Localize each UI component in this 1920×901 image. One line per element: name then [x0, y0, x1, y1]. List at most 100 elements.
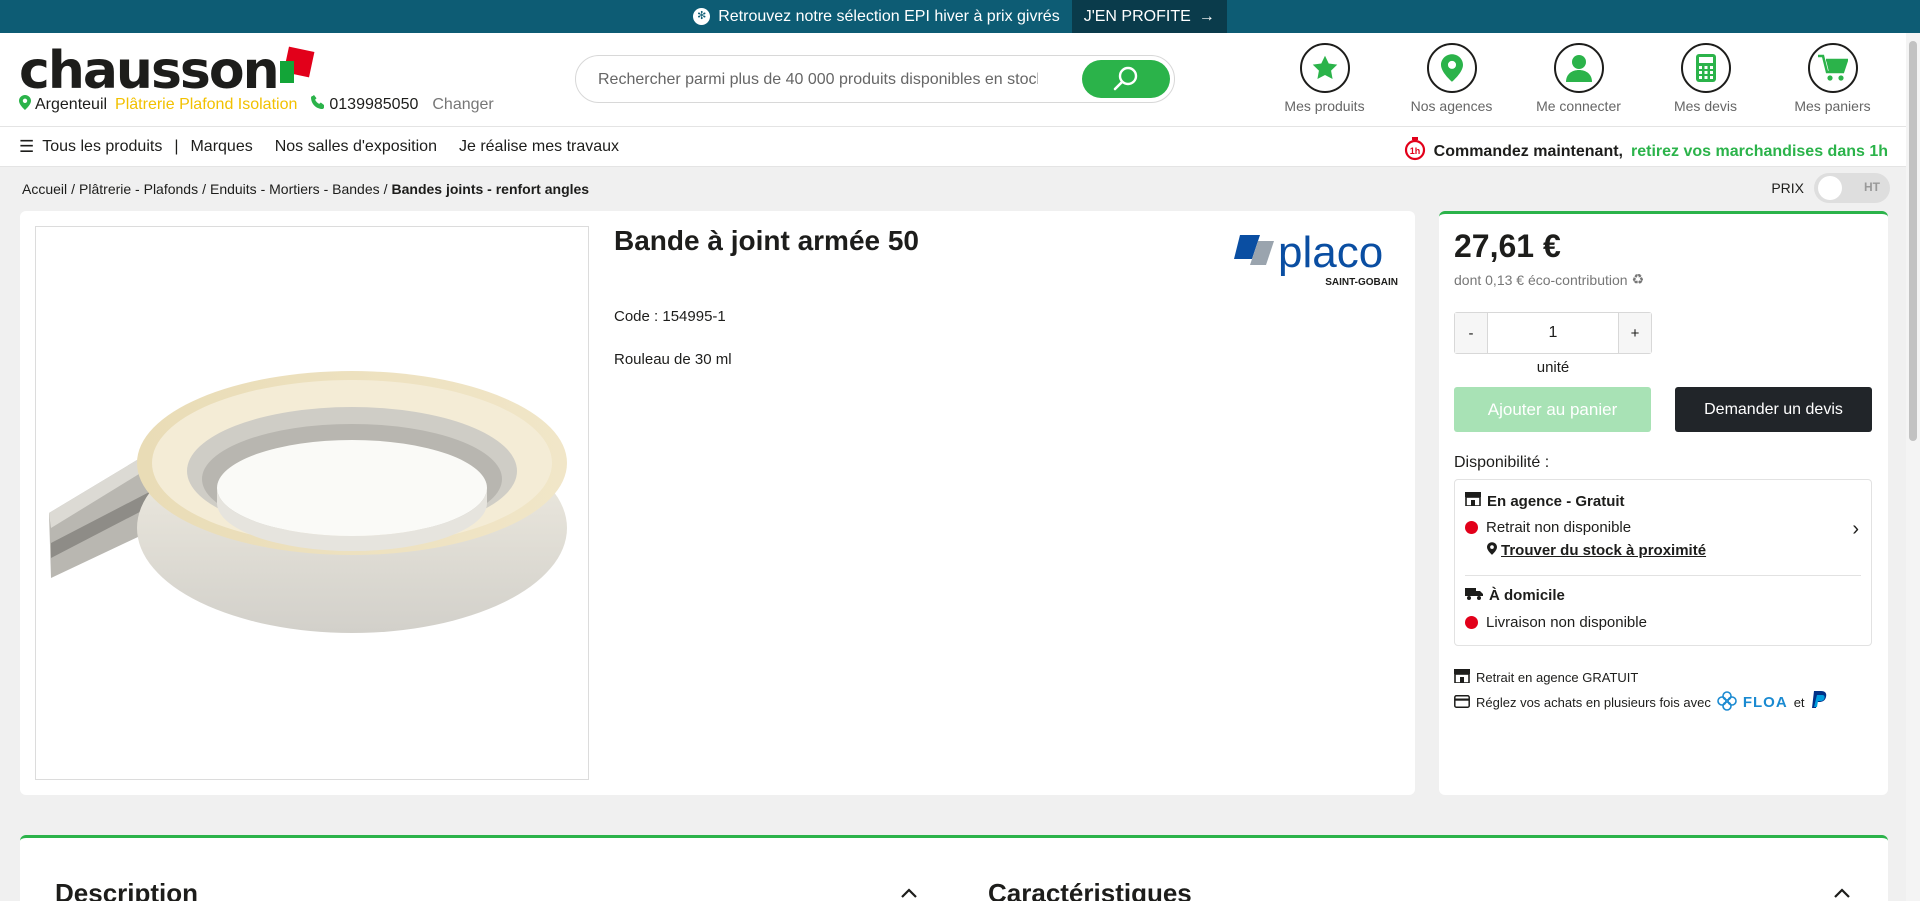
quantity-increase-button[interactable]: +	[1619, 313, 1651, 353]
quantity-stepper: - 1 +	[1454, 312, 1652, 354]
snowflake-icon: ✻	[693, 8, 711, 25]
divider	[1465, 575, 1861, 576]
chevron-up-icon[interactable]	[900, 882, 918, 901]
in-store-title-text: En agence - Gratuit	[1487, 492, 1625, 510]
breadcrumb-separator: /	[383, 181, 388, 197]
menu-icon[interactable]: ☰	[19, 137, 34, 157]
breadcrumb-separator: /	[202, 181, 206, 197]
brand-name: placo	[1278, 231, 1383, 277]
and-text: et	[1793, 695, 1805, 710]
status-unavailable-icon	[1465, 616, 1478, 629]
in-store-title: En agence - Gratuit	[1465, 492, 1625, 510]
product-short-description: Rouleau de 30 ml	[614, 351, 732, 368]
location-pin-icon	[1426, 43, 1477, 93]
availability-label: Disponibilité :	[1454, 454, 1550, 471]
change-agency-link[interactable]: Changer	[432, 96, 493, 114]
agency-phone[interactable]: 0139985050	[329, 96, 418, 114]
request-quote-button[interactable]: Demander un devis	[1675, 387, 1872, 432]
chevron-right-icon[interactable]: ›	[1852, 518, 1859, 541]
paypal-icon	[1811, 691, 1827, 714]
breadcrumb-item[interactable]: Enduits - Mortiers - Bandes	[210, 181, 380, 197]
page-scrollbar[interactable]	[1906, 33, 1920, 901]
description-heading[interactable]: Description	[55, 878, 198, 901]
pickup-info-text: Retrait en agence GRATUIT	[1476, 670, 1639, 685]
product-title: Bande à joint armée 50	[614, 225, 920, 256]
login-button[interactable]: Me connecter	[1515, 43, 1642, 114]
timer-icon: 1h	[1404, 137, 1426, 166]
my-quotes-button[interactable]: Mes devis	[1642, 43, 1769, 114]
find-stock-text: Trouver du stock à proximité	[1501, 542, 1707, 559]
home-delivery-title: À domicile	[1465, 587, 1565, 604]
promo-cta-label: J'EN PROFITE	[1083, 8, 1191, 25]
search-bar	[575, 55, 1175, 103]
purchase-panel: 27,61 € dont 0,13 € éco-contribution ♻ -…	[1439, 211, 1888, 795]
promo-text: ✻ Retrouvez notre sélection EPI hiver à …	[693, 7, 1060, 26]
chevron-up-icon[interactable]	[1833, 882, 1851, 901]
promo-cta-button[interactable]: J'EN PROFITE →	[1071, 0, 1227, 33]
agency-specialty: Plâtrerie Plafond Isolation	[115, 95, 298, 113]
agency-city[interactable]: Argenteuil	[35, 96, 107, 114]
breadcrumb-separator: /	[71, 181, 76, 197]
price-toggle-switch[interactable]: HT	[1814, 173, 1890, 203]
main-nav: ☰ Tous les produits | Marques Nos salles…	[0, 126, 1920, 167]
header: chausson Argenteuil Plâtrerie Plafond Is…	[0, 33, 1920, 126]
product-card: Bande à joint armée 50 placo SAINT-GOBAI…	[20, 211, 1415, 795]
my-carts-label: Mes paniers	[1794, 98, 1871, 114]
nav-projects[interactable]: Je réalise mes travaux	[459, 138, 619, 156]
nav-all-products[interactable]: Tous les produits	[42, 138, 162, 156]
my-products-button[interactable]: Mes produits	[1261, 43, 1388, 114]
home-delivery-status: Livraison non disponible	[1465, 614, 1647, 631]
location-pin-icon	[1487, 542, 1497, 559]
our-agencies-button[interactable]: Nos agences	[1388, 43, 1515, 114]
characteristics-heading[interactable]: Caractéristiques	[988, 878, 1192, 901]
agency-info: Argenteuil Plâtrerie Plafond Isolation 0…	[19, 95, 494, 114]
search-button[interactable]	[1082, 60, 1170, 98]
credit-card-icon	[1454, 694, 1470, 711]
installments-text: Réglez vos achats en plusieurs fois avec	[1476, 695, 1711, 710]
store-icon	[1454, 669, 1470, 686]
nav-brands[interactable]: Marques	[190, 138, 252, 156]
find-stock-link[interactable]: Trouver du stock à proximité	[1487, 542, 1706, 559]
nav-showrooms[interactable]: Nos salles d'exposition	[275, 138, 437, 156]
breadcrumb-current: Bandes joints - renfort angles	[391, 181, 590, 197]
product-code: Code : 154995-1	[614, 308, 726, 325]
quantity-decrease-button[interactable]: -	[1455, 313, 1487, 353]
home-delivery-status-text: Livraison non disponible	[1486, 614, 1647, 631]
quantity-input[interactable]: 1	[1487, 313, 1619, 353]
logo-mark-icon	[279, 46, 315, 85]
chausson-logo[interactable]: chausson	[19, 45, 315, 97]
breadcrumb-item[interactable]: Plâtrerie - Plafonds	[79, 181, 198, 197]
search-input[interactable]	[598, 68, 1038, 92]
svg-text:1h: 1h	[1409, 146, 1420, 156]
my-products-label: Mes produits	[1284, 98, 1365, 114]
price-toggle-label: PRIX	[1771, 180, 1804, 196]
breadcrumb-item[interactable]: Accueil	[22, 181, 67, 197]
placo-logo-icon: placo SAINT-GOBAIN	[1234, 228, 1398, 288]
brand-subtitle: SAINT-GOBAIN	[1325, 277, 1398, 288]
brand-logo[interactable]: placo SAINT-GOBAIN	[1234, 228, 1400, 291]
calculator-icon	[1680, 43, 1731, 93]
our-agencies-label: Nos agences	[1410, 98, 1493, 114]
click-collect-banner[interactable]: 1h Commandez maintenant, retirez vos mar…	[1404, 137, 1888, 166]
floa-flower-icon	[1717, 691, 1737, 714]
recycle-icon: ♻	[1631, 271, 1645, 287]
click-collect-text: Commandez maintenant,	[1433, 142, 1623, 160]
star-icon	[1299, 43, 1350, 93]
login-label: Me connecter	[1536, 98, 1621, 114]
search-icon	[1113, 65, 1139, 94]
click-collect-highlight: retirez vos marchandises dans 1h	[1631, 142, 1888, 160]
my-carts-button[interactable]: Mes paniers	[1769, 43, 1896, 114]
promo-message: Retrouvez notre sélection EPI hiver à pr…	[718, 7, 1060, 25]
breadcrumb: Accueil / Plâtrerie - Plafonds / Enduits…	[22, 181, 589, 197]
toggle-mode-label: HT	[1864, 180, 1880, 194]
phone-icon	[311, 95, 325, 114]
nav-separator: |	[174, 138, 179, 155]
add-to-cart-button[interactable]: Ajouter au panier	[1454, 387, 1651, 432]
status-unavailable-icon	[1465, 521, 1478, 534]
eco-contribution: dont 0,13 € éco-contribution ♻	[1454, 271, 1644, 288]
details-section: Description Caractéristiques	[20, 835, 1888, 901]
tape-roll-illustration	[49, 371, 567, 633]
product-image[interactable]	[35, 226, 589, 780]
scrollbar-thumb[interactable]	[1909, 41, 1917, 441]
arrow-right-icon: →	[1198, 8, 1215, 25]
